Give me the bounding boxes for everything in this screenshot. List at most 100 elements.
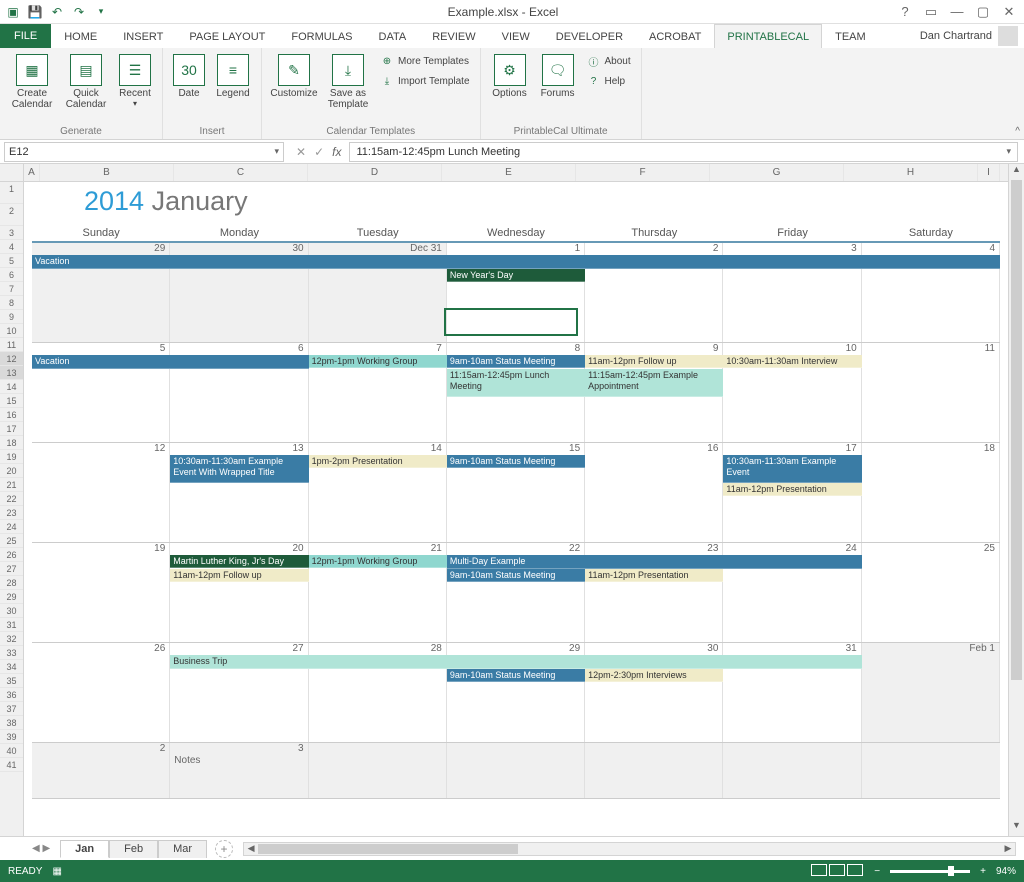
- calendar-event[interactable]: Vacation: [32, 355, 309, 369]
- row-header[interactable]: 36: [0, 688, 23, 702]
- calendar-day[interactable]: 26: [32, 643, 170, 742]
- calendar-day[interactable]: 16: [585, 443, 723, 542]
- name-box[interactable]: E12▾: [4, 142, 284, 162]
- row-header[interactable]: 12: [0, 352, 23, 366]
- calendar-day[interactable]: 2: [32, 743, 170, 798]
- row-header[interactable]: 38: [0, 716, 23, 730]
- tab-developer[interactable]: DEVELOPER: [543, 24, 636, 48]
- worksheet-grid[interactable]: 1234567891011121314151617181920212223242…: [0, 164, 1024, 836]
- row-header[interactable]: 5: [0, 254, 23, 268]
- row-header[interactable]: 22: [0, 492, 23, 506]
- options-button[interactable]: ⚙Options: [487, 52, 533, 124]
- import-template-button[interactable]: ⤓Import Template: [376, 72, 474, 90]
- calendar-event[interactable]: 11:15am-12:45pm Lunch Meeting: [447, 369, 585, 397]
- row-header[interactable]: 16: [0, 408, 23, 422]
- row-header[interactable]: 7: [0, 282, 23, 296]
- row-header[interactable]: 39: [0, 730, 23, 744]
- row-header[interactable]: 1: [0, 182, 23, 204]
- row-header[interactable]: 41: [0, 758, 23, 772]
- column-header[interactable]: F: [576, 164, 710, 181]
- formula-input[interactable]: 11:15am-12:45pm Lunch Meeting▾: [349, 142, 1018, 162]
- calendar-event[interactable]: Vacation: [32, 255, 1000, 269]
- calendar-event[interactable]: 12pm-2:30pm Interviews: [585, 669, 723, 682]
- row-header[interactable]: 23: [0, 506, 23, 520]
- tab-printablecal[interactable]: PRINTABLECAL: [714, 24, 822, 48]
- zoom-level[interactable]: 94%: [996, 866, 1016, 877]
- row-header[interactable]: 3: [0, 226, 23, 240]
- calendar-event[interactable]: 9am-10am Status Meeting: [447, 569, 585, 582]
- enter-icon[interactable]: ✓: [314, 145, 324, 159]
- zoom-slider[interactable]: [890, 870, 970, 873]
- qat-dropdown-icon[interactable]: ▾: [92, 3, 110, 21]
- row-header[interactable]: 27: [0, 562, 23, 576]
- date-button[interactable]: 30Date: [169, 52, 209, 124]
- main-grid[interactable]: ABCDEFGHI 2014 January SundayMondayTuesd…: [24, 164, 1008, 836]
- row-header[interactable]: 26: [0, 548, 23, 562]
- row-header[interactable]: 29: [0, 590, 23, 604]
- row-header[interactable]: 15: [0, 394, 23, 408]
- undo-icon[interactable]: ↶: [48, 3, 66, 21]
- row-header[interactable]: 8: [0, 296, 23, 310]
- row-header[interactable]: 33: [0, 646, 23, 660]
- calendar-event[interactable]: 11am-12pm Presentation: [585, 569, 723, 582]
- sheet-tab-jan[interactable]: Jan: [60, 840, 109, 858]
- row-header[interactable]: 10: [0, 324, 23, 338]
- close-icon[interactable]: ✕: [1000, 4, 1018, 20]
- calendar-event[interactable]: 11am-12pm Follow up: [170, 569, 308, 582]
- zoom-out-icon[interactable]: −: [874, 866, 880, 877]
- calendar-event[interactable]: Business Trip: [170, 655, 861, 669]
- tab-page-layout[interactable]: PAGE LAYOUT: [176, 24, 278, 48]
- calendar-event[interactable]: 10:30am-11:30am Example Event: [723, 455, 861, 483]
- minimize-icon[interactable]: —: [948, 4, 966, 20]
- scroll-right-icon[interactable]: ▶: [1001, 843, 1015, 854]
- maximize-icon[interactable]: ▢: [974, 4, 992, 20]
- fx-icon[interactable]: fx: [332, 145, 341, 159]
- scroll-down-icon[interactable]: ▼: [1009, 820, 1024, 836]
- tab-data[interactable]: DATA: [366, 24, 420, 48]
- column-header[interactable]: H: [844, 164, 978, 181]
- calendar-day[interactable]: 12: [32, 443, 170, 542]
- row-header[interactable]: 17: [0, 422, 23, 436]
- calendar-event[interactable]: 11am-12pm Follow up: [585, 355, 723, 368]
- sheet-tab-mar[interactable]: Mar: [158, 840, 207, 858]
- row-header[interactable]: 31: [0, 618, 23, 632]
- calendar-event[interactable]: 9am-10am Status Meeting: [447, 355, 585, 368]
- calendar-event[interactable]: 10:30am-11:30am Interview: [723, 355, 861, 368]
- zoom-in-icon[interactable]: +: [980, 866, 986, 877]
- calendar-event[interactable]: 1pm-2pm Presentation: [309, 455, 447, 468]
- calendar-event[interactable]: 12pm-1pm Working Group: [309, 355, 447, 368]
- tab-formulas[interactable]: FORMULAS: [278, 24, 365, 48]
- column-header[interactable]: I: [978, 164, 1000, 181]
- row-header[interactable]: 25: [0, 534, 23, 548]
- row-header[interactable]: 35: [0, 674, 23, 688]
- create-calendar-button[interactable]: ▦Create Calendar: [6, 52, 58, 124]
- cancel-icon[interactable]: ✕: [296, 145, 306, 159]
- quick-calendar-button[interactable]: ▤Quick Calendar: [60, 52, 112, 124]
- customize-button[interactable]: ✎Customize: [268, 52, 320, 124]
- row-header[interactable]: 14: [0, 380, 23, 394]
- row-header[interactable]: 4: [0, 240, 23, 254]
- row-header[interactable]: 11: [0, 338, 23, 352]
- row-header[interactable]: 18: [0, 436, 23, 450]
- column-header[interactable]: B: [40, 164, 174, 181]
- hscrollbar-thumb[interactable]: [258, 844, 518, 854]
- tab-team[interactable]: TEAM: [822, 24, 879, 48]
- calendar-event[interactable]: New Year's Day: [447, 269, 585, 282]
- calendar-day[interactable]: [862, 743, 1000, 798]
- user-area[interactable]: Dan Chartrand: [920, 24, 1024, 48]
- calendar-day[interactable]: [447, 743, 585, 798]
- row-header[interactable]: 28: [0, 576, 23, 590]
- row-header[interactable]: 9: [0, 310, 23, 324]
- column-header[interactable]: C: [174, 164, 308, 181]
- column-header[interactable]: A: [24, 164, 40, 181]
- tab-acrobat[interactable]: ACROBAT: [636, 24, 714, 48]
- recent-button[interactable]: ☰Recent▾: [114, 52, 156, 124]
- scroll-up-icon[interactable]: ▲: [1009, 164, 1024, 180]
- row-header[interactable]: 6: [0, 268, 23, 282]
- calendar-event[interactable]: 10:30am-11:30am Example Event With Wrapp…: [170, 455, 308, 483]
- add-sheet-button[interactable]: +: [215, 840, 233, 858]
- calendar-day[interactable]: 25: [862, 543, 1000, 642]
- calendar-event[interactable]: 12pm-1pm Working Group: [309, 555, 447, 568]
- calendar-event[interactable]: Martin Luther King, Jr's Day: [170, 555, 308, 568]
- tab-view[interactable]: VIEW: [489, 24, 543, 48]
